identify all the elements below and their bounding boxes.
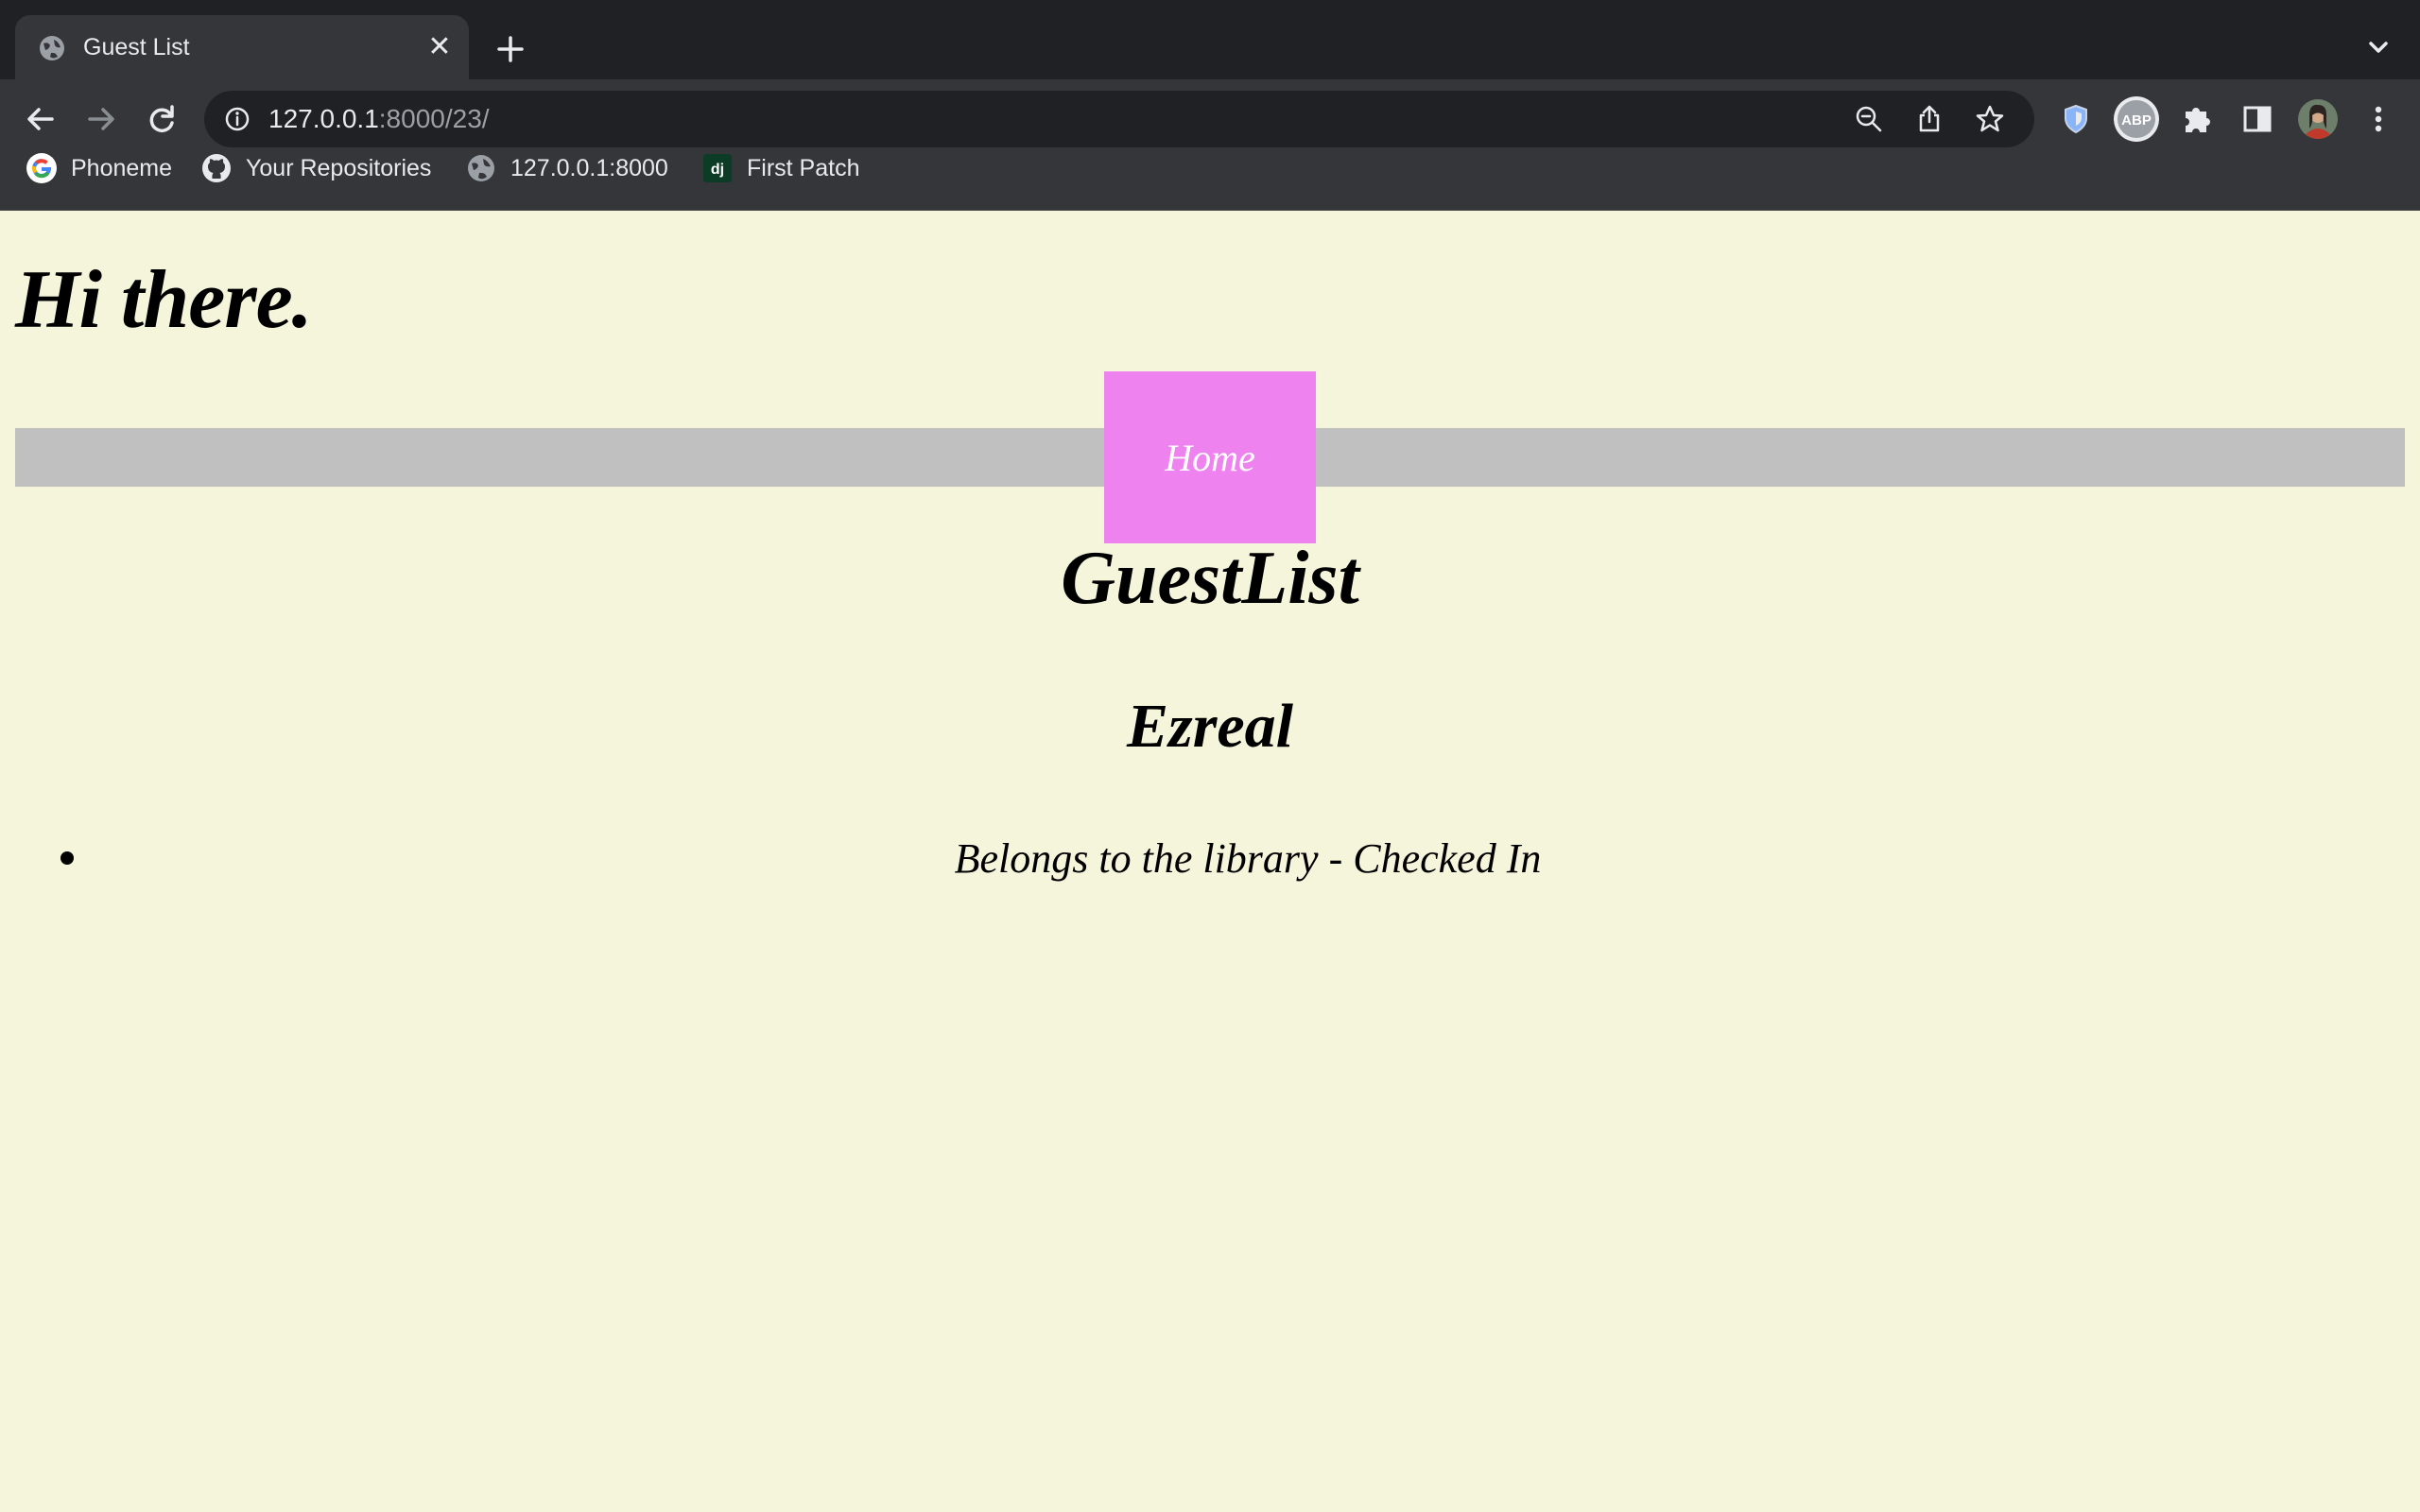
url-host: 127.0.0.1 [268, 104, 379, 133]
close-tab-icon[interactable]: ✕ [424, 31, 456, 63]
puzzle-icon[interactable] [2170, 93, 2223, 146]
guest-name: Ezreal [1126, 692, 1294, 761]
zoom-out-icon[interactable] [1853, 103, 1885, 135]
bookmark-label: 127.0.0.1:8000 [510, 154, 668, 181]
sidepanel-icon[interactable] [2231, 93, 2284, 146]
globe-icon [40, 36, 64, 60]
bookmark-localhost[interactable]: 127.0.0.1:8000 [465, 149, 668, 187]
abp-icon[interactable]: ABP [2110, 93, 2163, 146]
more-icon[interactable] [2352, 93, 2405, 146]
list-item: Belongs to the library - Checked In [57, 831, 2420, 887]
tab-strip: Guest List ✕ [0, 0, 2420, 79]
bookmark-first-patch[interactable]: dj First Patch [701, 149, 859, 187]
django-icon: dj [703, 154, 732, 182]
greeting-heading: Hi there. [15, 254, 313, 346]
chevron-down-icon[interactable] [2360, 28, 2397, 66]
bookmarks-bar: Phoneme Your Repositories 127.0.0.1:8000… [0, 146, 2420, 193]
bookmark-your-repositories[interactable]: Your Repositories [200, 149, 431, 187]
forward-icon[interactable] [77, 94, 126, 144]
reload-icon[interactable] [137, 94, 186, 144]
bookmark-star-icon[interactable] [1974, 103, 2006, 135]
svg-text:ABP: ABP [2121, 112, 2152, 129]
page-content: Hi there. Home GuestList Ezreal Belongs … [0, 210, 2420, 1512]
shield-icon[interactable] [2049, 93, 2102, 146]
globe-icon [468, 155, 494, 181]
list-item-text: Belongs to the library - Checked In [954, 835, 1542, 882]
github-icon [202, 154, 231, 182]
avatar[interactable] [2291, 93, 2344, 146]
url-text[interactable]: 127.0.0.1:8000/23/ [268, 102, 490, 136]
google-icon [26, 153, 57, 183]
browser-tab[interactable]: Guest List ✕ [15, 15, 469, 79]
guest-item-list: Belongs to the library - Checked In [57, 831, 2420, 887]
bookmark-label: Your Repositories [246, 154, 432, 181]
home-link[interactable]: Home [1104, 371, 1316, 543]
bookmark-label: Phoneme [71, 154, 173, 181]
info-icon[interactable] [223, 105, 251, 133]
back-icon[interactable] [16, 94, 65, 144]
share-icon[interactable] [1913, 103, 1945, 135]
bookmark-label: First Patch [747, 154, 860, 181]
browser-toolbar: 127.0.0.1:8000/23/ ABP Phoneme Your Repo… [0, 79, 2420, 225]
url-path: :8000/23/ [378, 104, 490, 133]
address-bar[interactable]: 127.0.0.1:8000/23/ [204, 91, 2034, 147]
bookmark-phoneme[interactable]: Phoneme [26, 149, 172, 187]
tab-title: Guest List [83, 34, 190, 60]
svg-text:dj: dj [711, 162, 724, 178]
new-tab-icon[interactable] [490, 28, 531, 70]
page-title: GuestList [1061, 537, 1359, 620]
